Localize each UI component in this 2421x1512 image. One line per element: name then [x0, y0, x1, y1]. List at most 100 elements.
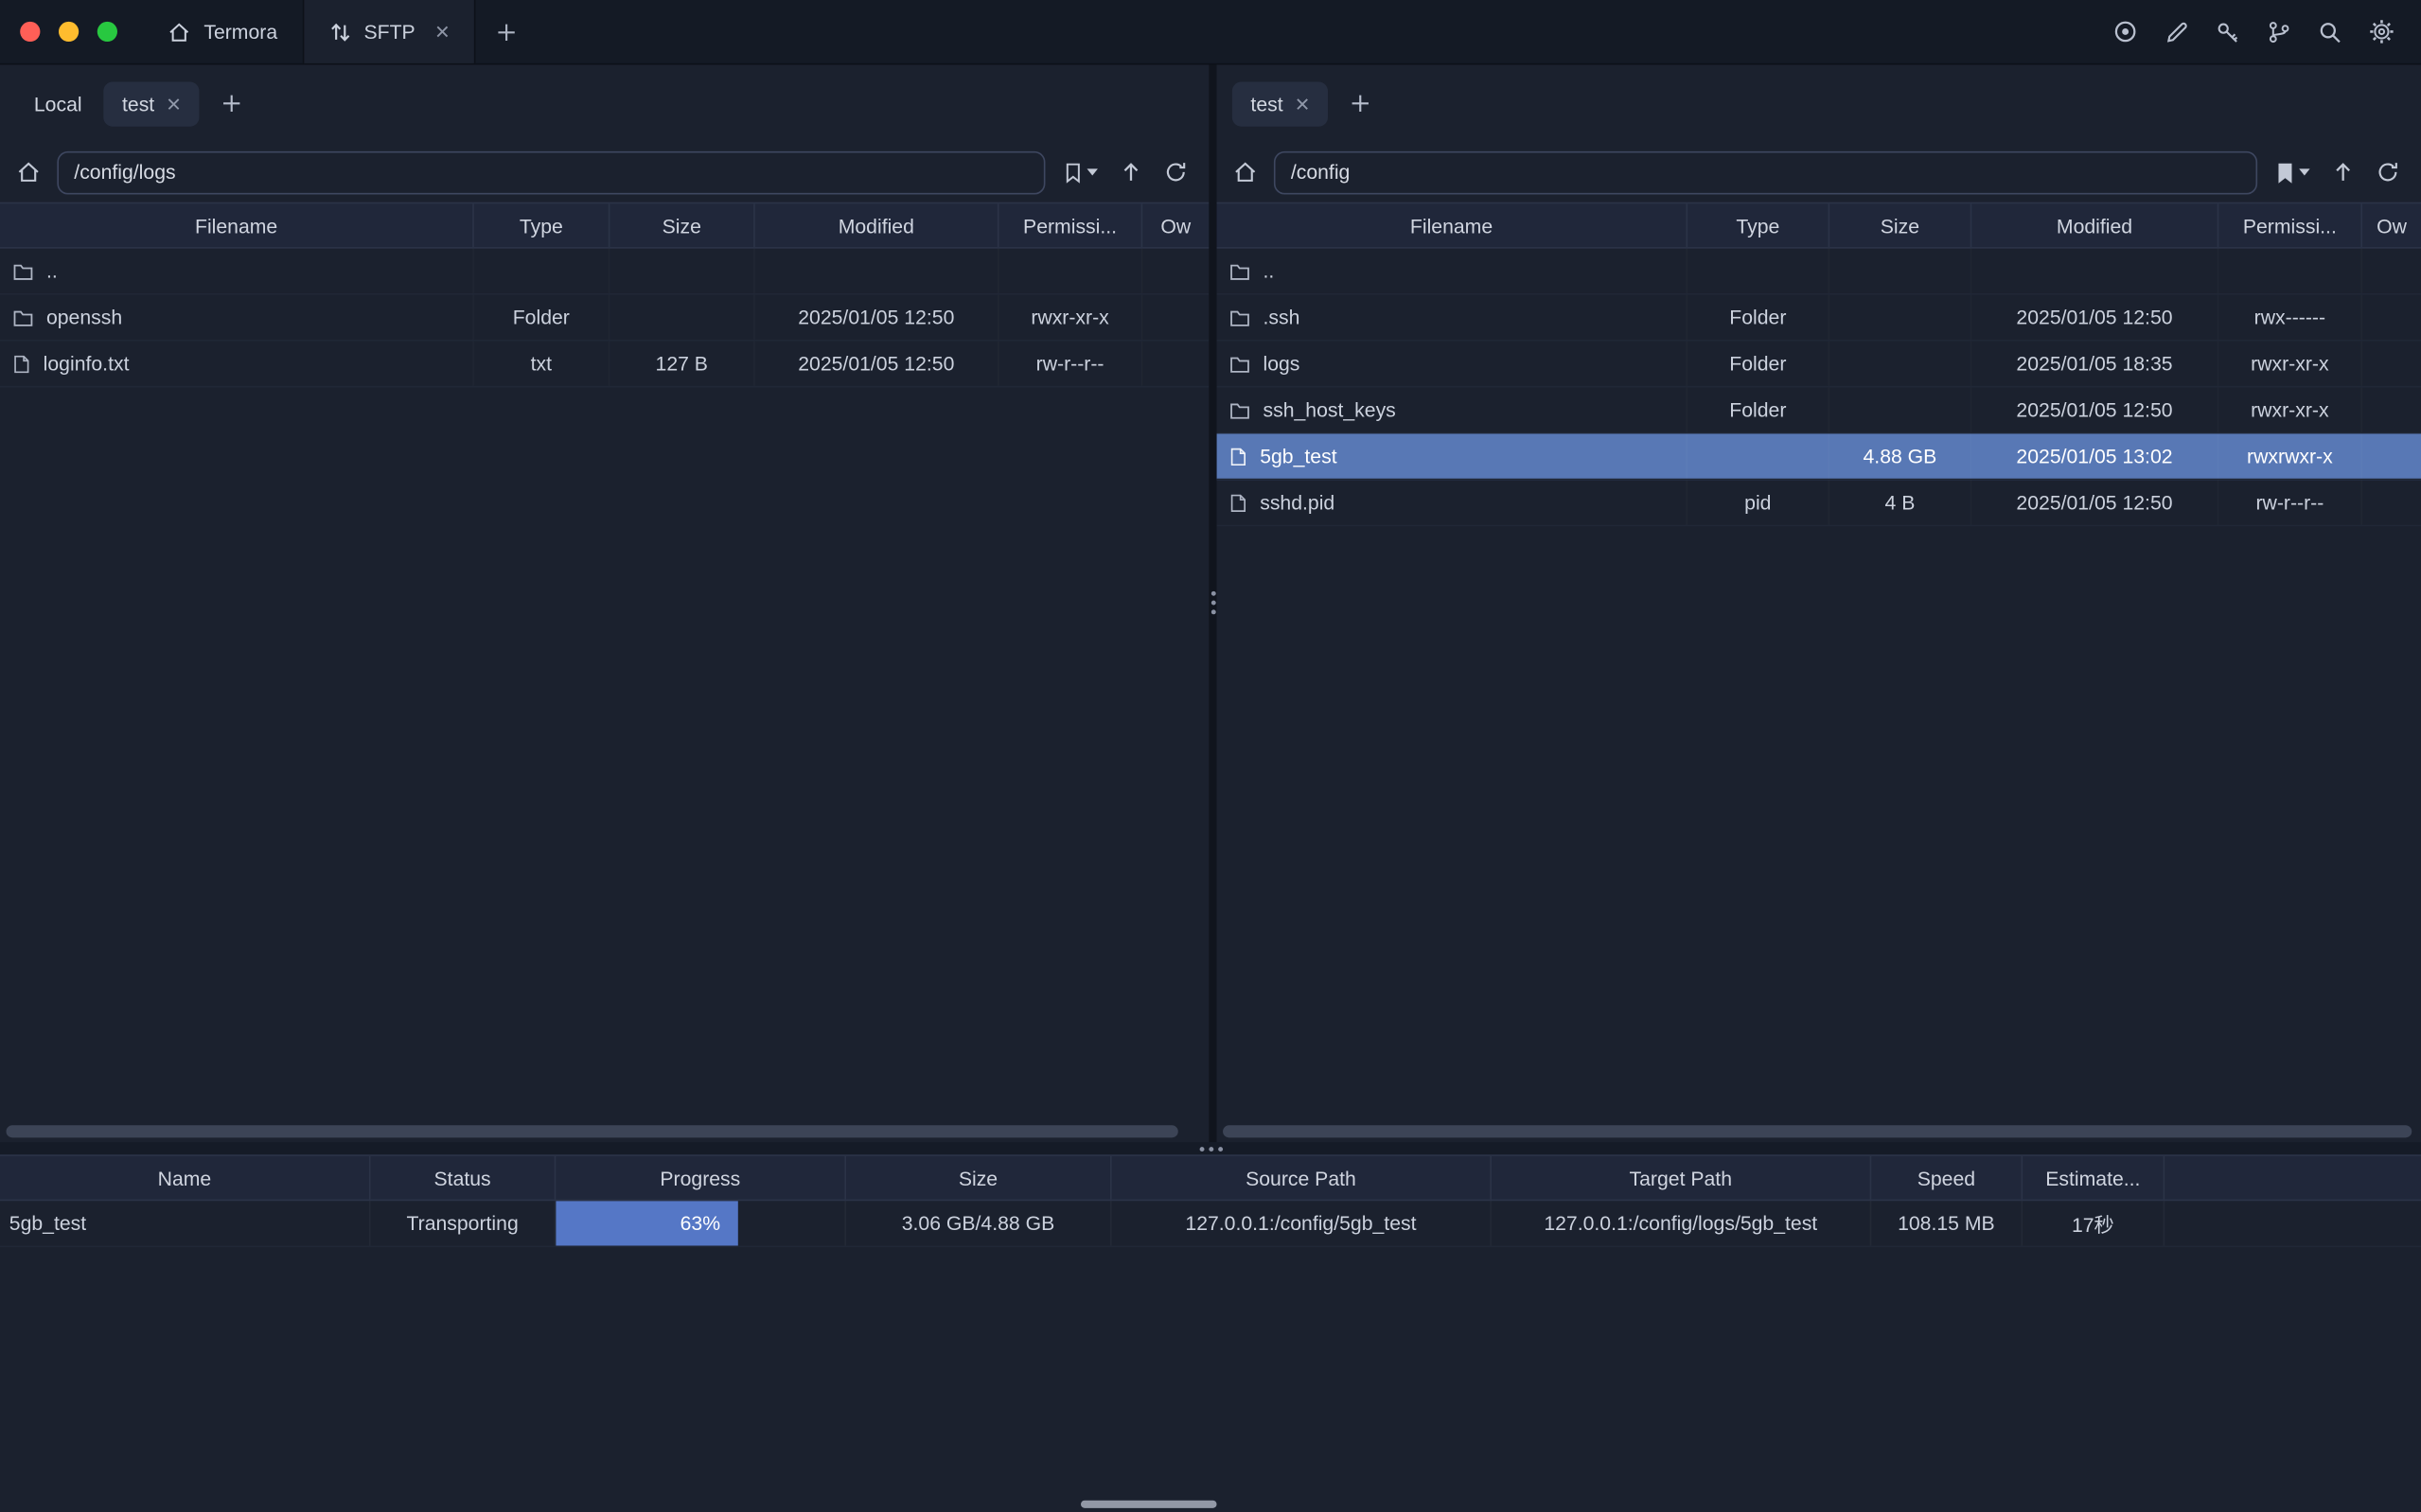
app-window: Termora SFTP — [0, 0, 2421, 1512]
titlebar: Termora SFTP — [0, 0, 2421, 65]
path-input[interactable] — [1274, 150, 2257, 194]
tab-local[interactable]: Local — [15, 81, 100, 126]
home-button[interactable] — [15, 159, 42, 185]
horizontal-scrollbar-thumb[interactable] — [7, 1125, 1178, 1137]
cell-target-path: 127.0.0.1:/config/logs/5gb_test — [1492, 1201, 1871, 1245]
right-file-pane: test — [1217, 65, 2421, 1143]
transfer-row[interactable]: 5gb_test Transporting 63% 3.06 GB/4.88 G… — [0, 1201, 2421, 1247]
right-file-table: Filename Type Size Modified Permissi... … — [1217, 202, 2421, 527]
cell-permissions — [2218, 249, 2362, 293]
file-row[interactable]: .. — [1217, 249, 2421, 295]
transfers-panel: Name Status Progress Size Source Path Ta… — [0, 1154, 2421, 1512]
go-up-button[interactable] — [2331, 161, 2354, 184]
column-header-size[interactable]: Size — [610, 203, 754, 247]
new-tab-button[interactable] — [221, 93, 242, 114]
column-header-owner[interactable]: Ow — [1142, 203, 1209, 247]
plus-icon — [496, 21, 518, 43]
home-button[interactable] — [1232, 159, 1259, 185]
file-row[interactable]: .ssh Folder 2025/01/05 12:50 rwx------ — [1217, 295, 2421, 342]
folder-icon — [1229, 307, 1251, 328]
bookmark-button[interactable] — [1064, 161, 1098, 183]
column-header-filename[interactable]: Filename — [1217, 203, 1688, 247]
new-window-tab-button[interactable] — [475, 0, 537, 63]
tab-termora[interactable]: Termora — [142, 0, 302, 63]
column-header-estimate[interactable]: Estimate... — [2023, 1156, 2165, 1200]
settings-button[interactable] — [2369, 19, 2395, 45]
column-header-source-path[interactable]: Source Path — [1112, 1156, 1492, 1200]
key-button[interactable] — [2216, 19, 2240, 44]
cell-type: Folder — [1688, 295, 1829, 340]
tab-test-left[interactable]: test — [103, 81, 199, 126]
cell-owner — [2362, 433, 2421, 478]
column-header-size[interactable]: Size — [846, 1156, 1112, 1200]
tab-test-right[interactable]: test — [1232, 81, 1328, 126]
cell-permissions: rwxr-xr-x — [999, 295, 1143, 340]
tab-close-button[interactable] — [167, 97, 181, 111]
column-header-progress[interactable]: Progress — [556, 1156, 846, 1200]
horizontal-scrollbar-thumb[interactable] — [1223, 1125, 2412, 1137]
column-header-target-path[interactable]: Target Path — [1492, 1156, 1871, 1200]
column-header-type[interactable]: Type — [1688, 203, 1829, 247]
column-header-filename[interactable]: Filename — [0, 203, 474, 247]
gear-icon — [2369, 19, 2395, 45]
tab-close-button[interactable] — [435, 25, 450, 39]
cell-owner — [1142, 295, 1209, 340]
column-header-type[interactable]: Type — [474, 203, 610, 247]
column-header-permissions[interactable]: Permissi... — [2218, 203, 2362, 247]
tab-sftp[interactable]: SFTP — [302, 0, 475, 63]
tab-close-button[interactable] — [1296, 97, 1310, 111]
cell-modified — [1971, 249, 2218, 293]
refresh-button[interactable] — [1164, 161, 1187, 184]
left-table-header: Filename Type Size Modified Permissi... … — [0, 202, 1209, 249]
refresh-icon — [1164, 161, 1187, 184]
column-header-modified[interactable]: Modified — [1971, 203, 2218, 247]
refresh-button[interactable] — [2377, 161, 2399, 184]
search-button[interactable] — [2318, 19, 2342, 44]
horizontal-splitter[interactable] — [0, 1142, 2421, 1154]
column-header-size[interactable]: Size — [1829, 203, 1971, 247]
branch-button[interactable] — [2267, 19, 2291, 44]
left-pane-tabs: Local test — [0, 65, 1209, 143]
arrow-up-icon — [2331, 161, 2354, 184]
cell-size: 4 B — [1829, 480, 1971, 524]
close-window-button[interactable] — [20, 22, 40, 42]
cell-permissions: rwxr-xr-x — [2218, 342, 2362, 386]
file-row[interactable]: .. — [0, 249, 1209, 295]
cell-type: Folder — [1688, 387, 1829, 431]
column-header-status[interactable]: Status — [371, 1156, 557, 1200]
go-up-button[interactable] — [1120, 161, 1142, 184]
column-header-speed[interactable]: Speed — [1871, 1156, 2023, 1200]
column-header-owner[interactable]: Ow — [2362, 203, 2421, 247]
cell-size: 127 B — [610, 342, 754, 386]
file-row[interactable]: ssh_host_keys Folder 2025/01/05 12:50 rw… — [1217, 387, 2421, 433]
zoom-window-button[interactable] — [97, 22, 117, 42]
vertical-splitter[interactable] — [1209, 65, 1216, 1143]
path-input[interactable] — [57, 150, 1045, 194]
bookmark-button[interactable] — [2276, 161, 2310, 183]
column-header-name[interactable]: Name — [0, 1156, 371, 1200]
edit-button[interactable] — [2165, 19, 2189, 44]
new-tab-button[interactable] — [1350, 93, 1371, 114]
file-row[interactable]: sshd.pid pid 4 B 2025/01/05 12:50 rw-r--… — [1217, 480, 2421, 526]
file-name: ssh_host_keys — [1263, 398, 1395, 421]
cell-status: Transporting — [371, 1201, 557, 1245]
column-header-permissions[interactable]: Permissi... — [999, 203, 1143, 247]
bottom-scrollbar-thumb[interactable] — [1081, 1501, 1217, 1508]
file-row[interactable]: logs Folder 2025/01/05 18:35 rwxr-xr-x — [1217, 342, 2421, 388]
file-row-selected[interactable]: 5gb_test 4.88 GB 2025/01/05 13:02 rwxrwx… — [1217, 433, 2421, 480]
cell-filler — [2165, 1201, 2421, 1245]
file-row[interactable]: openssh Folder 2025/01/05 12:50 rwxr-xr-… — [0, 295, 1209, 342]
git-branch-icon — [2267, 19, 2291, 44]
cell-type: Folder — [474, 295, 610, 340]
minimize-window-button[interactable] — [59, 22, 79, 42]
file-row[interactable]: loginfo.txt txt 127 B 2025/01/05 12:50 r… — [0, 342, 1209, 388]
cell-type — [1688, 433, 1829, 478]
record-button[interactable] — [2112, 19, 2139, 45]
left-file-table: Filename Type Size Modified Permissi... … — [0, 202, 1209, 388]
folder-icon — [1229, 399, 1251, 421]
column-header-modified[interactable]: Modified — [755, 203, 999, 247]
cell-size: 4.88 GB — [1829, 433, 1971, 478]
folder-icon — [12, 260, 34, 282]
cell-filename: ssh_host_keys — [1217, 387, 1688, 431]
cell-modified: 2025/01/05 12:50 — [1971, 387, 2218, 431]
